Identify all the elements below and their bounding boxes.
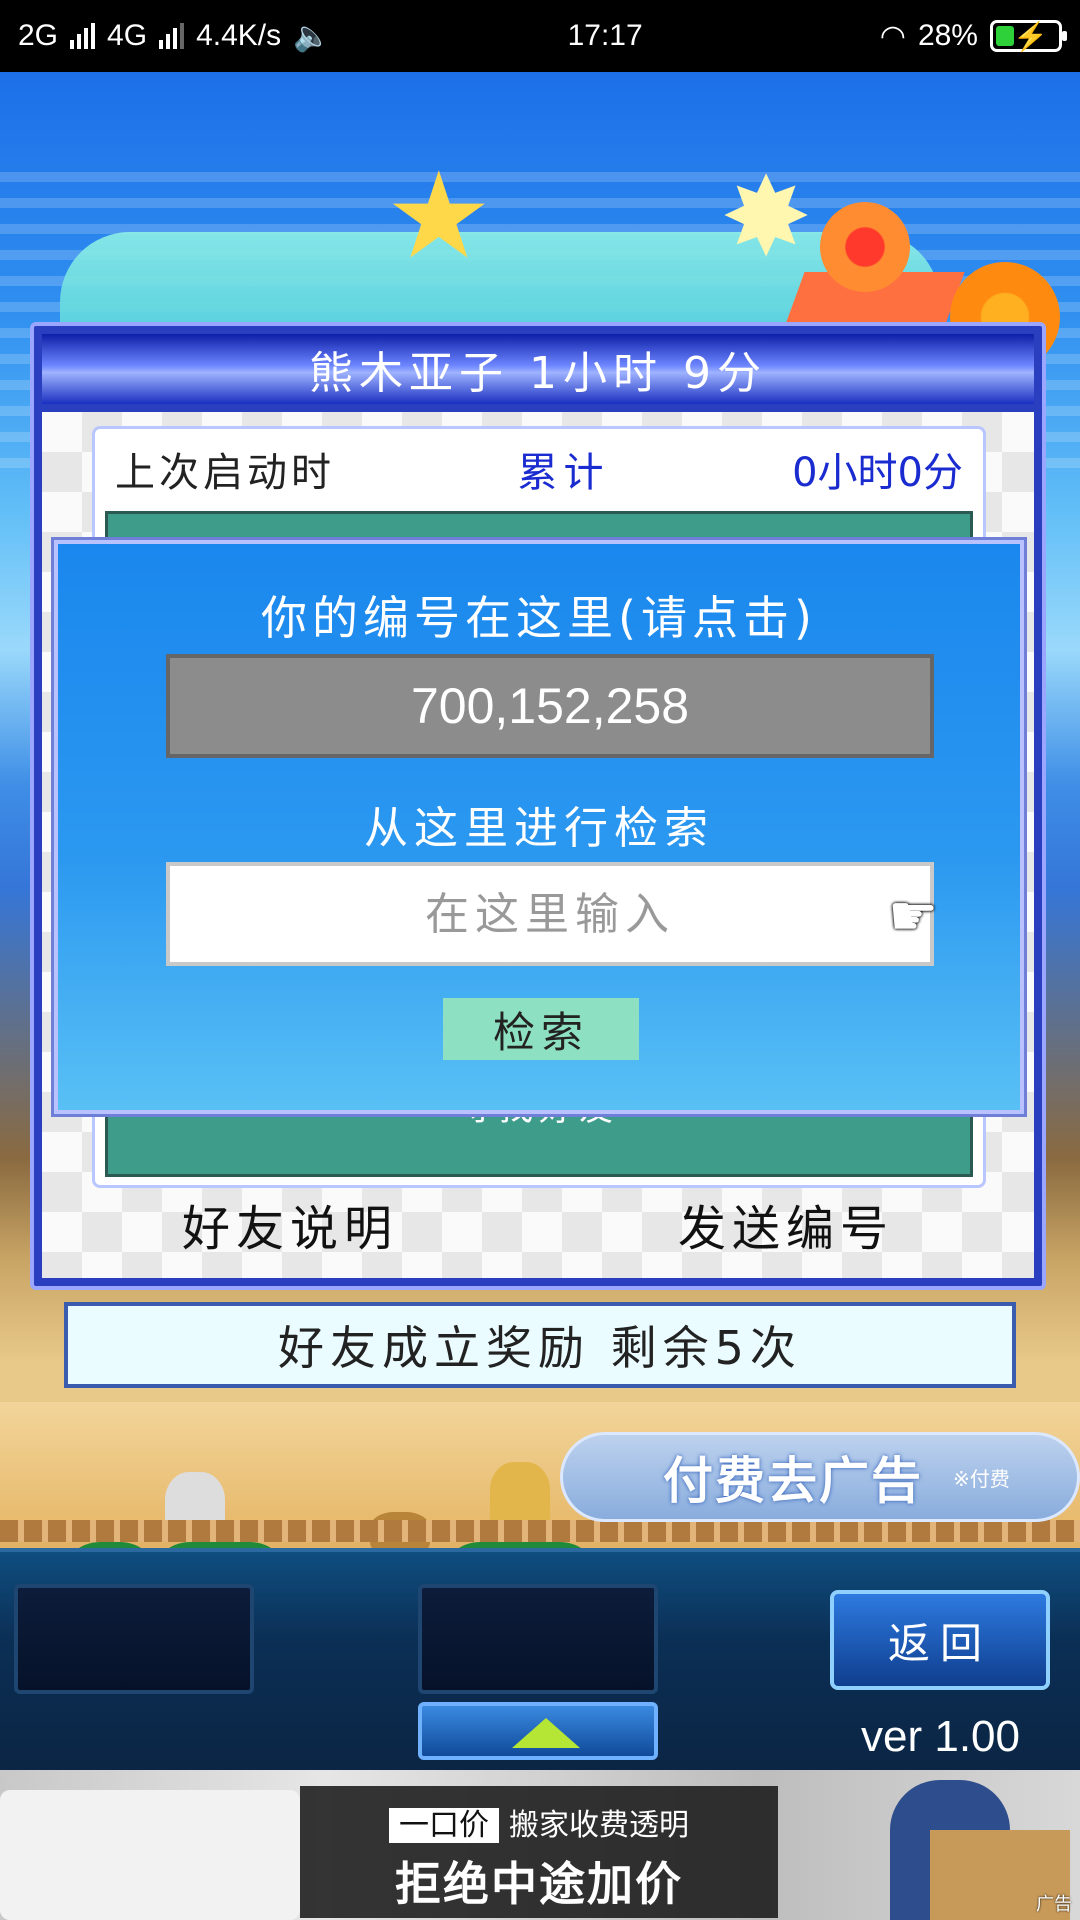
flower-icon [820, 202, 910, 292]
search-input[interactable] [166, 862, 934, 966]
status-bar-left: 2G 4G 4.4K/s 🔈 [18, 19, 330, 54]
friend-reward-bar: 好友成立奖励 剩余5次 [64, 1302, 1016, 1388]
last-launch-label: 上次启动时 [115, 450, 335, 496]
remove-ads-button[interactable]: 付费去广告 ※付费 [560, 1432, 1080, 1522]
id-search-dialog: 你的编号在这里(请点击) 700,152,258 从这里进行检索 ☚ 检索 [54, 540, 1024, 1114]
panel-footer: 好友说明 发送编号 [42, 1184, 1034, 1264]
vibrate-icon: 🔈 [293, 19, 331, 53]
friend-help-button[interactable]: 好友说明 [182, 1189, 398, 1259]
ad-tag: 一口价 [389, 1808, 499, 1843]
status-bar-right: ◠ 28% ⚡ [879, 19, 1067, 54]
version-label: ver 1.00 [861, 1712, 1020, 1761]
panel-title: 熊木亚子 1小时 9分 [42, 334, 1034, 404]
pointing-hand-icon: ☚ [888, 884, 939, 949]
ad-line-2: 拒绝中途加价 [395, 1857, 683, 1911]
menu-slot-center[interactable] [418, 1584, 658, 1694]
network-speed: 4.4K/s [196, 19, 282, 52]
ad-banner[interactable]: 一口价 搬家收费透明 拒绝中途加价 广告 [0, 1770, 1080, 1920]
bottom-control-bar: 返回 ver 1.00 [0, 1548, 1080, 1770]
ad-line-1: 一口价 搬家收费透明 [300, 1800, 778, 1844]
signal-icon [70, 23, 96, 49]
clock: 17:17 [567, 19, 643, 52]
battery-percent: 28% [917, 19, 978, 52]
ad-text-panel: 一口价 搬家收费透明 拒绝中途加价 [300, 1786, 778, 1918]
back-button[interactable]: 返回 [830, 1590, 1050, 1690]
wifi-icon: ◠ [879, 19, 906, 53]
status-bar: 2G 4G 4.4K/s 🔈 17:17 ◠ 28% ⚡ [0, 0, 1080, 72]
player-id-button[interactable]: 700,152,258 [166, 654, 934, 758]
menu-slot-left[interactable] [14, 1584, 254, 1694]
network-2g-label: 2G [18, 19, 59, 52]
scroll-up-button[interactable] [418, 1702, 658, 1760]
up-arrow-icon [512, 1718, 580, 1748]
search-heading: 从这里进行检索 [364, 803, 714, 854]
total-label: 累计 [517, 450, 610, 496]
remove-ads-label: 付费去广告 [663, 1452, 923, 1510]
ad-mark-label: 广告 [1036, 1894, 1072, 1915]
id-heading: 你的编号在这里(请点击) [261, 591, 817, 645]
sparkle-icon: ✸ [720, 153, 813, 281]
fence [0, 1520, 1080, 1542]
send-id-button[interactable]: 发送编号 [678, 1189, 894, 1259]
search-button[interactable]: 检索 [443, 998, 639, 1060]
charging-icon: ⚡ [1012, 21, 1048, 52]
star-icon: ★ [385, 147, 493, 286]
total-value: 0小时0分 [792, 450, 963, 496]
network-4g-label: 4G [107, 19, 148, 52]
signal-icon [159, 23, 185, 49]
launch-row: 上次启动时 累计 0小时0分 [95, 429, 983, 509]
ad-line-1-text: 搬家收费透明 [509, 1808, 689, 1843]
battery-level [995, 26, 1015, 46]
remove-ads-note: ※付费 [953, 1466, 1010, 1491]
ad-truck-image [0, 1790, 300, 1920]
battery-icon: ⚡ [989, 20, 1067, 52]
